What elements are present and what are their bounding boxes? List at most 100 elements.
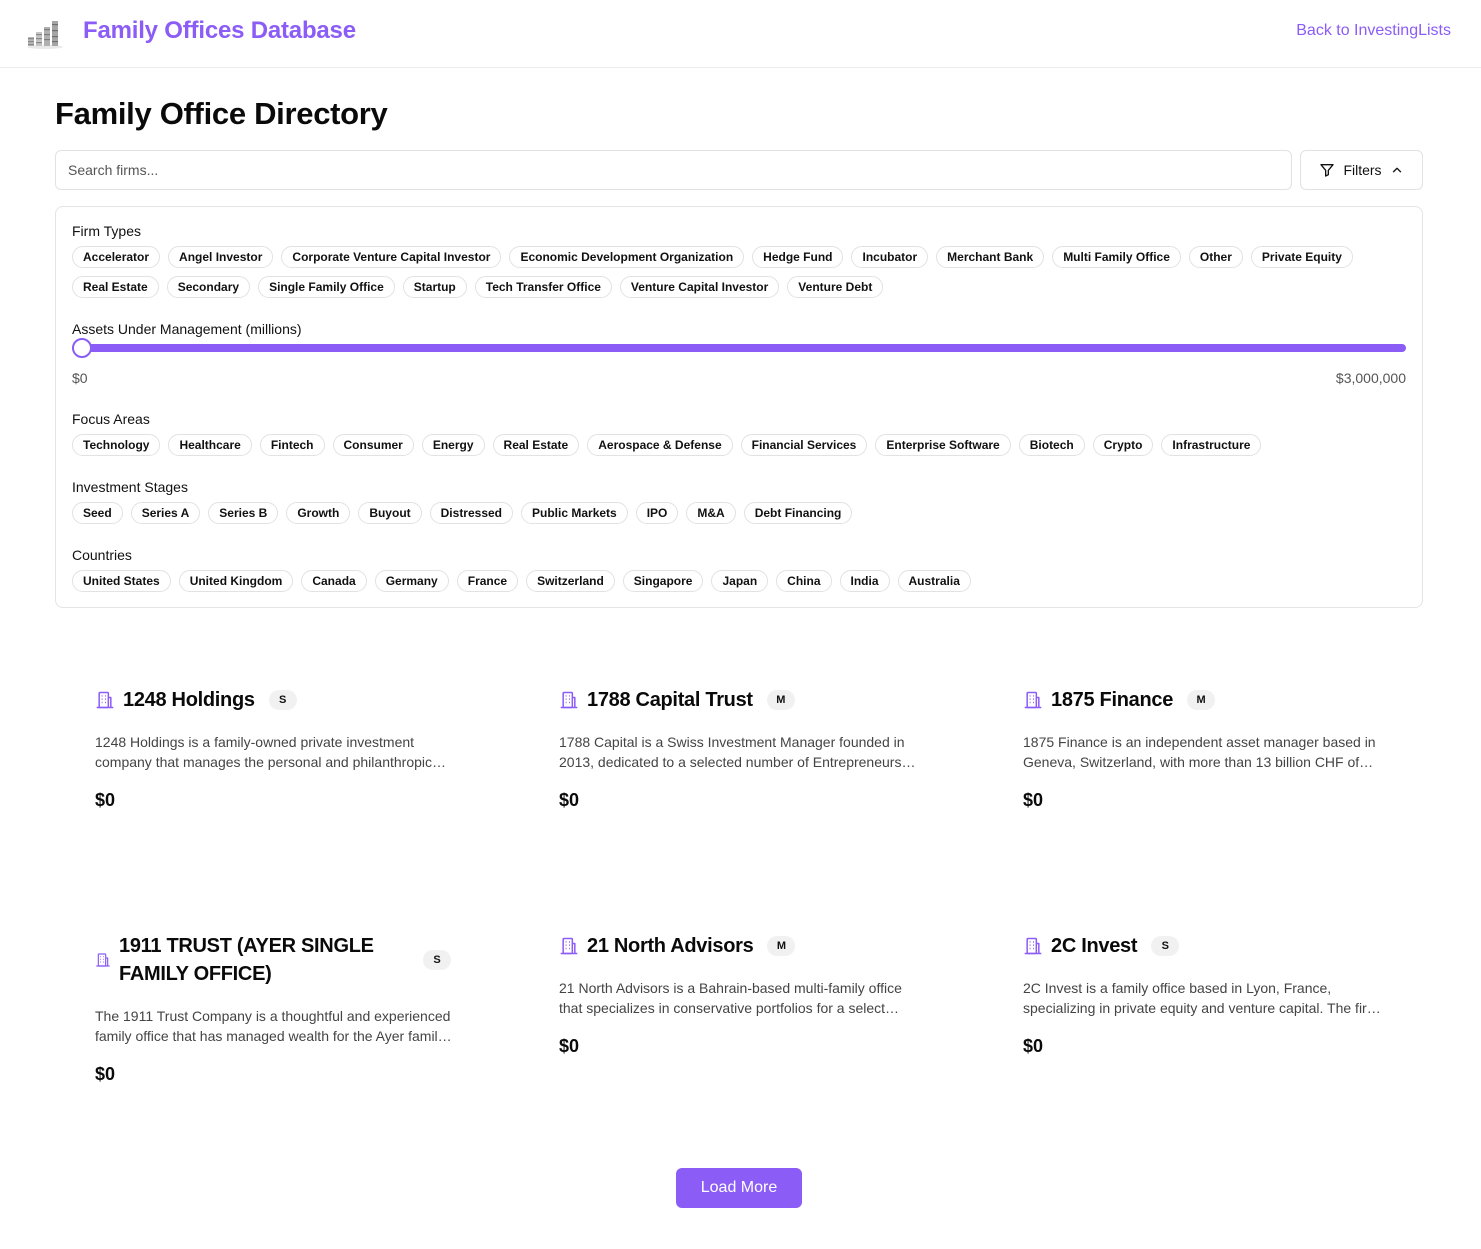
firm-name[interactable]: 1875 Finance	[1051, 686, 1173, 714]
firm-type-chip[interactable]: Hedge Fund	[752, 246, 844, 268]
investment-stages-label: Investment Stages	[72, 479, 188, 495]
firm-description: 1248 Holdings is a family-owned private …	[95, 734, 432, 770]
focus-area-chip[interactable]: Biotech	[1018, 434, 1085, 456]
investment-stage-chip[interactable]: Debt Financing	[743, 502, 853, 524]
firm-aum: $0	[95, 790, 116, 810]
country-chip[interactable]: Australia	[897, 570, 971, 592]
coin-stacks-logo	[27, 21, 63, 49]
investment-stage-chip[interactable]: Series A	[130, 502, 201, 524]
firm-description: 2C Invest is a family office based in Ly…	[1023, 980, 1379, 1016]
firm-card[interactable]: 1911 TRUST (AYER SINGLE FAMILY OFFICE) S…	[95, 932, 460, 1085]
country-chip[interactable]: United States	[72, 570, 171, 592]
country-chip[interactable]: Canada	[301, 570, 367, 592]
firm-type-chip[interactable]: Secondary	[166, 276, 251, 298]
country-chip[interactable]: Japan	[711, 570, 769, 592]
firm-aum: $0	[559, 1036, 580, 1056]
firm-type-badge: S	[1151, 936, 1180, 956]
investment-stage-chip[interactable]: Series B	[208, 502, 279, 524]
country-chip[interactable]: Switzerland	[526, 570, 615, 592]
firm-type-chip[interactable]: Single Family Office	[258, 276, 395, 298]
building-icon	[1024, 691, 1042, 709]
firm-description: 21 North Advisors is a Bahrain-based mul…	[559, 980, 902, 1016]
firm-description: 1788 Capital is a Swiss Investment Manag…	[559, 734, 905, 770]
aum-slider-thumb[interactable]	[72, 338, 92, 358]
load-more-button[interactable]: Load More	[676, 1168, 802, 1208]
firm-type-chip[interactable]: Startup	[402, 276, 467, 298]
firm-types-label: Firm Types	[72, 223, 141, 239]
aum-label: Assets Under Management (millions)	[72, 321, 302, 337]
country-chip[interactable]: India	[839, 570, 890, 592]
firm-type-chip[interactable]: Venture Debt	[787, 276, 884, 298]
firm-type-chip[interactable]: Corporate Venture Capital Investor	[281, 246, 502, 268]
firm-name[interactable]: 21 North Advisors	[587, 932, 754, 960]
firm-aum: $0	[559, 790, 580, 810]
back-to-investinglists-link[interactable]: Back to InvestingLists	[1296, 22, 1451, 40]
investment-stage-chip[interactable]: Public Markets	[521, 502, 628, 524]
firm-type-badge: S	[423, 950, 451, 970]
firm-type-badge: M	[767, 936, 796, 956]
filters-toggle-button[interactable]: Filters	[1300, 150, 1423, 190]
firm-type-badge: M	[766, 690, 795, 710]
focus-area-chip[interactable]: Infrastructure	[1161, 434, 1262, 456]
firm-card[interactable]: 1248 Holdings S 1248 Holdings is a famil…	[95, 686, 495, 811]
focus-areas-label: Focus Areas	[72, 411, 150, 427]
aum-slider-track[interactable]	[72, 344, 1406, 352]
firm-type-chip[interactable]: Merchant Bank	[936, 246, 1045, 268]
focus-area-chip[interactable]: Enterprise Software	[875, 434, 1011, 456]
firm-description: The 1911 Trust Company is a thoughtful a…	[95, 1008, 451, 1044]
firm-type-chip[interactable]: Private Equity	[1250, 246, 1353, 268]
firm-name[interactable]: 1788 Capital Trust	[587, 686, 753, 714]
firm-card[interactable]: 21 North Advisors M 21 North Advisors is…	[559, 932, 959, 1057]
focus-area-chip[interactable]: Crypto	[1092, 434, 1154, 456]
filters-label: Filters	[1343, 162, 1382, 178]
firm-type-badge: S	[268, 690, 297, 710]
focus-area-chip[interactable]: Real Estate	[492, 434, 580, 456]
focus-area-chip[interactable]: Technology	[72, 434, 161, 456]
country-chip[interactable]: Germany	[374, 570, 449, 592]
firm-type-chip[interactable]: Angel Investor	[168, 246, 274, 268]
countries-chips: United States United Kingdom Canada Germany…	[72, 570, 1392, 592]
investment-stage-chip[interactable]: Buyout	[358, 502, 422, 524]
firm-card[interactable]: 1875 Finance M 1875 Finance is an indepe…	[1023, 686, 1423, 811]
funnel-icon	[1320, 164, 1335, 177]
firm-aum: $0	[1023, 790, 1044, 810]
focus-area-chip[interactable]: Fintech	[259, 434, 325, 456]
firm-card[interactable]: 2C Invest S 2C Invest is a family office…	[1023, 932, 1423, 1057]
firm-type-chip[interactable]: Incubator	[851, 246, 929, 268]
firm-type-chip[interactable]: Accelerator	[72, 246, 161, 268]
firm-type-chip[interactable]: Real Estate	[72, 276, 159, 298]
focus-area-chip[interactable]: Aerospace & Defense	[587, 434, 733, 456]
investment-stage-chip[interactable]: Seed	[72, 502, 123, 524]
focus-area-chip[interactable]: Financial Services	[740, 434, 868, 456]
countries-label: Countries	[72, 547, 132, 563]
investment-stage-chip[interactable]: Distressed	[429, 502, 514, 524]
investment-stage-chip[interactable]: M&A	[686, 502, 736, 524]
focus-area-chip[interactable]: Healthcare	[168, 434, 252, 456]
filters-panel: Firm Types Accelerator Angel Investor Corp…	[55, 206, 1423, 608]
firm-name[interactable]: 1911 TRUST (AYER SINGLE FAMILY OFFICE)	[119, 932, 409, 988]
page-title: Family Office Directory	[55, 96, 388, 131]
country-chip[interactable]: France	[456, 570, 519, 592]
firm-aum: $0	[1023, 1036, 1044, 1056]
firm-type-chip[interactable]: Other	[1188, 246, 1243, 268]
firm-type-chip[interactable]: Venture Capital Investor	[619, 276, 780, 298]
aum-min-label: $0	[72, 370, 88, 386]
chevron-up-icon	[1392, 167, 1401, 173]
focus-area-chip[interactable]: Consumer	[332, 434, 414, 456]
building-icon	[96, 953, 110, 967]
firm-name[interactable]: 1248 Holdings	[123, 686, 255, 714]
aum-max-label: $3,000,000	[1335, 370, 1406, 386]
firm-type-chip[interactable]: Multi Family Office	[1052, 246, 1181, 268]
country-chip[interactable]: Singapore	[622, 570, 704, 592]
country-chip[interactable]: United Kingdom	[178, 570, 294, 592]
search-input[interactable]	[55, 150, 1292, 190]
investment-stage-chip[interactable]: Growth	[286, 502, 351, 524]
firm-name[interactable]: 2C Invest	[1051, 932, 1138, 960]
country-chip[interactable]: China	[776, 570, 832, 592]
firm-card[interactable]: 1788 Capital Trust M 1788 Capital is a S…	[559, 686, 959, 811]
investment-stage-chip[interactable]: IPO	[635, 502, 679, 524]
firm-type-chip[interactable]: Tech Transfer Office	[474, 276, 612, 298]
firm-type-chip[interactable]: Economic Development Organization	[509, 246, 745, 268]
focus-area-chip[interactable]: Energy	[421, 434, 485, 456]
brand-title[interactable]: Family Offices Database	[83, 17, 356, 45]
